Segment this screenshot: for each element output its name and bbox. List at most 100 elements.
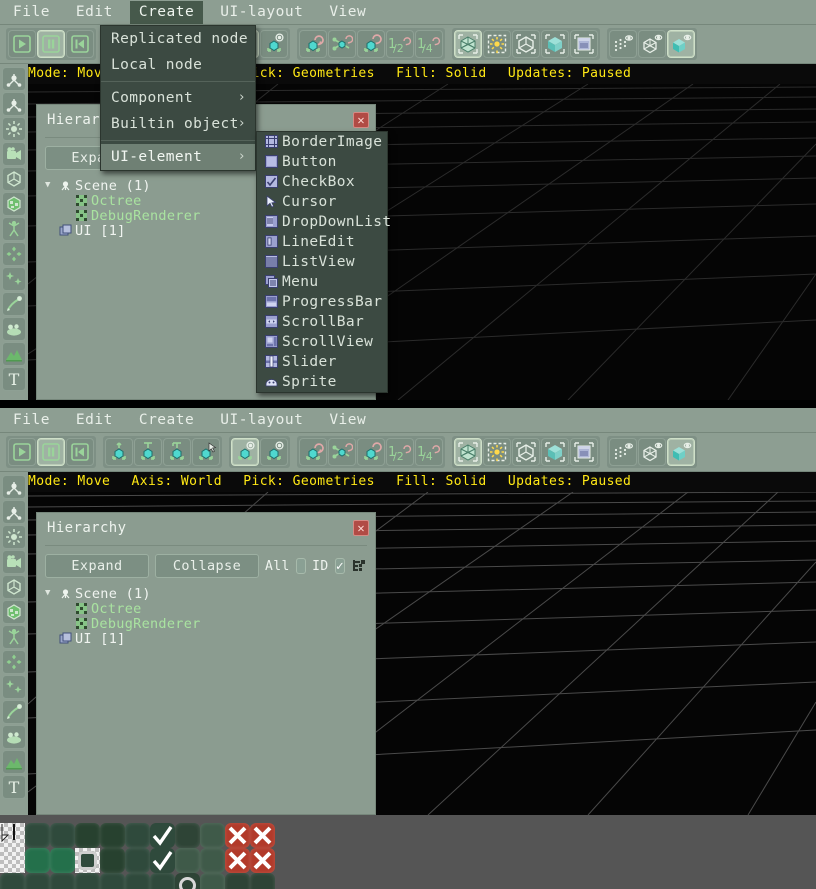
tree-node-bottom[interactable]: ▼ Scene (1) — [45, 586, 375, 602]
toolbar-render-wireframe-icon-bottom[interactable] — [454, 438, 482, 466]
toolbar-snap-free-icon-bottom[interactable] — [299, 438, 327, 466]
ui-element-item-borderimage[interactable]: BorderImage — [257, 132, 387, 152]
ui-element-item-dropdownlist[interactable]: DropDownList — [257, 212, 391, 232]
toolbar-pause-icon-bottom[interactable] — [37, 438, 65, 466]
menu-edit-2[interactable]: Edit — [67, 409, 122, 432]
toolbar-render-point-icon-bottom[interactable] — [483, 438, 511, 466]
sidebar-skeleton-icon-bottom[interactable] — [2, 625, 26, 649]
sidebar-skeleton-icon-top[interactable] — [2, 217, 26, 241]
toolbar-render-window-icon-bottom[interactable] — [570, 438, 598, 466]
toolbar-render-solid-icon-top[interactable] — [541, 30, 569, 58]
ui-element-item-progressbar[interactable]: ProgressBar — [257, 292, 387, 312]
sidebar-sparkle-icon-top[interactable] — [2, 267, 26, 291]
toolbar-render-window-icon-top[interactable] — [570, 30, 598, 58]
toolbar-render-solid-icon-bottom[interactable] — [541, 438, 569, 466]
toolbar-snap-quarter-icon-top[interactable]: 1/4 — [415, 30, 443, 58]
toolbar-axis-local-icon-top[interactable] — [260, 30, 288, 58]
menu-view[interactable]: View — [320, 1, 375, 24]
toolbar-snap-vertex-icon-top[interactable] — [328, 30, 356, 58]
menu-view-2[interactable]: View — [320, 409, 375, 432]
toolbar-render-box-icon-top[interactable] — [512, 30, 540, 58]
sidebar-node-rotate-icon-bottom[interactable] — [2, 500, 26, 524]
toolbar-snap-free-icon-top[interactable] — [299, 30, 327, 58]
create-menu-item-ui-element[interactable]: UI-element › — [101, 144, 255, 170]
toolbar-play-icon-top[interactable] — [8, 30, 36, 58]
id-checkbox-bottom[interactable]: ✓ — [334, 558, 345, 574]
toolbar-axis-world-icon-bottom[interactable] — [231, 438, 259, 466]
sidebar-light-icon-bottom[interactable] — [2, 525, 26, 549]
sidebar-node-move-icon-top[interactable] — [2, 67, 26, 91]
sidebar-text-icon-bottom[interactable]: T — [2, 775, 26, 799]
ui-element-item-cursor[interactable]: Cursor — [257, 192, 387, 212]
sidebar-particle-icon-bottom[interactable] — [2, 650, 26, 674]
sidebar-text-icon-top[interactable]: T — [2, 367, 26, 391]
toolbar-snap-half-icon-bottom[interactable]: 1/2 — [386, 438, 414, 466]
sidebar-brush-icon-top[interactable] — [2, 292, 26, 316]
toolbar-axis-local-icon-bottom[interactable] — [260, 438, 288, 466]
toolbar-show-points-eye-icon-bottom[interactable] — [609, 438, 637, 466]
menu-file-2[interactable]: File — [4, 409, 59, 432]
sidebar-brush-icon-bottom[interactable] — [2, 700, 26, 724]
menu-create-2[interactable]: Create — [130, 409, 203, 432]
ui-element-item-lineedit[interactable]: LineEdit — [257, 232, 387, 252]
sidebar-terrain-icon-bottom[interactable] — [2, 750, 26, 774]
ui-element-item-slider[interactable]: Slider — [257, 352, 387, 372]
toolbar-snap-half-icon-top[interactable]: 1/2 — [386, 30, 414, 58]
create-menu-item-replicated-node[interactable]: Replicated node — [101, 26, 255, 52]
toolbar-rewind-icon-bottom[interactable] — [66, 438, 94, 466]
menu-ui-layout-2[interactable]: UI-layout — [211, 409, 312, 432]
sidebar-node-move-icon-bottom[interactable] — [2, 475, 26, 499]
all-checkbox-bottom[interactable] — [295, 558, 307, 574]
hierarchy-close-button-top[interactable]: ✕ — [353, 112, 369, 128]
toolbar-show-solid-eye-icon-bottom[interactable] — [667, 438, 695, 466]
toolbar-snap-center-icon-top[interactable] — [357, 30, 385, 58]
toolbar-render-wireframe-icon-top[interactable] — [454, 30, 482, 58]
sidebar-particle-icon-top[interactable] — [2, 242, 26, 266]
toolbar-select-pick-icon-bottom[interactable] — [192, 438, 220, 466]
tree-node-bottom[interactable]: Octree — [45, 601, 375, 617]
toolbar-render-box-icon-bottom[interactable] — [512, 438, 540, 466]
toolbar-snap-center-icon-bottom[interactable] — [357, 438, 385, 466]
toolbar-rewind-icon-top[interactable] — [66, 30, 94, 58]
expand-button-bottom[interactable]: Expand — [45, 554, 149, 578]
ui-element-item-checkbox[interactable]: CheckBox — [257, 172, 387, 192]
sidebar-zone-icon-bottom[interactable] — [2, 600, 26, 624]
create-menu-item-local-node[interactable]: Local node — [101, 52, 255, 78]
ui-element-item-sprite[interactable]: Sprite — [257, 372, 387, 392]
toolbar-move-axis-x-icon-bottom[interactable] — [134, 438, 162, 466]
menu-file[interactable]: File — [4, 1, 59, 24]
toolbar-show-wire-eye-icon-top[interactable] — [638, 30, 666, 58]
sidebar-terrain-icon-top[interactable] — [2, 342, 26, 366]
sidebar-sparkle-icon-bottom[interactable] — [2, 675, 26, 699]
toolbar-show-points-eye-icon-top[interactable] — [609, 30, 637, 58]
ui-element-item-listview[interactable]: ListView — [257, 252, 387, 272]
create-menu-item-component[interactable]: Component › — [101, 85, 255, 111]
menu-create[interactable]: Create — [129, 0, 204, 24]
toolbar-render-point-icon-top[interactable] — [483, 30, 511, 58]
toolbar-move-axis-y-icon-bottom[interactable] — [105, 438, 133, 466]
create-menu-item-builtin-object[interactable]: Builtin object › — [101, 111, 255, 137]
chevron-down-icon[interactable]: ▼ — [45, 589, 56, 598]
sidebar-light-icon-top[interactable] — [2, 117, 26, 141]
sidebar-zone-icon-top[interactable] — [2, 192, 26, 216]
sidebar-cloud-icon-top[interactable] — [2, 317, 26, 341]
ui-element-item-scrollbar[interactable]: ScrollBar — [257, 312, 387, 332]
ui-element-item-scrollview[interactable]: ScrollView — [257, 332, 387, 352]
toolbar-play-icon-bottom[interactable] — [8, 438, 36, 466]
ui-element-item-menu[interactable]: Menu — [257, 272, 387, 292]
tree-node-bottom[interactable]: DebugRenderer — [45, 616, 375, 632]
menu-edit[interactable]: Edit — [67, 1, 122, 24]
sidebar-box-icon-top[interactable] — [2, 167, 26, 191]
chevron-down-icon[interactable]: ▼ — [45, 181, 56, 190]
collapse-button-bottom[interactable]: Collapse — [155, 554, 259, 578]
toolbar-snap-quarter-icon-bottom[interactable]: 1/4 — [415, 438, 443, 466]
ui-element-item-button[interactable]: Button — [257, 152, 387, 172]
sidebar-camera-icon-top[interactable] — [2, 142, 26, 166]
sidebar-box-icon-bottom[interactable] — [2, 575, 26, 599]
hierarchy-close-button-bottom[interactable]: ✕ — [353, 520, 369, 536]
sidebar-camera-icon-bottom[interactable] — [2, 550, 26, 574]
menu-ui-layout[interactable]: UI-layout — [211, 1, 312, 24]
tree-toggle-icon[interactable] — [351, 558, 367, 574]
toolbar-move-axis-z-icon-bottom[interactable] — [163, 438, 191, 466]
toolbar-show-wire-eye-icon-bottom[interactable] — [638, 438, 666, 466]
